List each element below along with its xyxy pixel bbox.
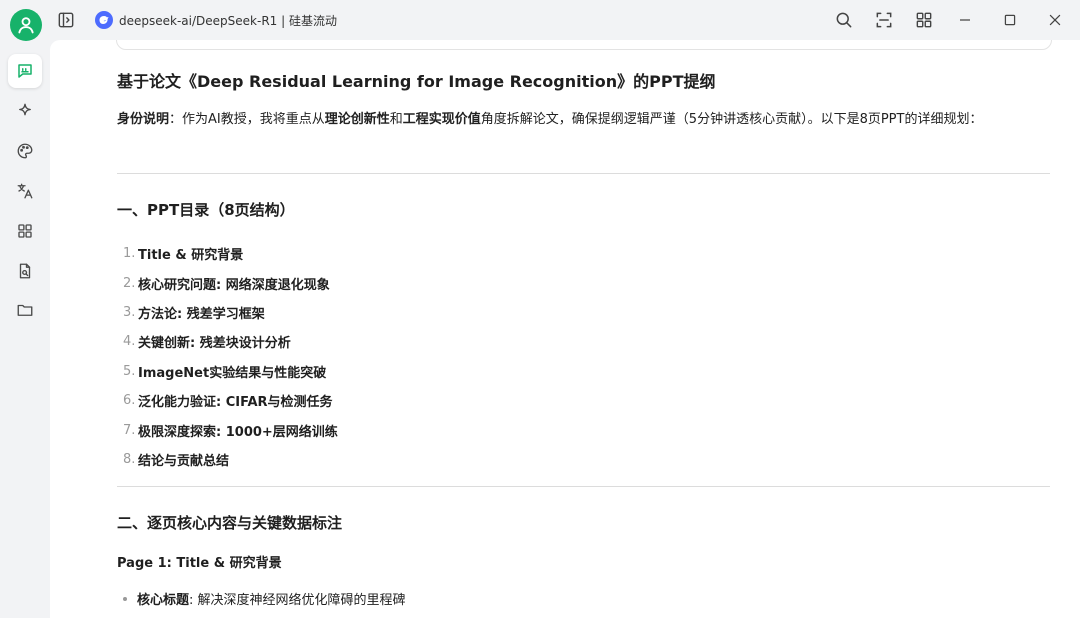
sparkle-icon (19, 103, 31, 116)
folder-icon (17, 304, 33, 316)
bullet-text: : 解决深度神经网络优化障碍的里程碑 (189, 593, 406, 608)
divider (117, 173, 1050, 174)
toc-text: 泛化能力验证: CIFAR与检测任务 (138, 395, 333, 411)
rail-palette-button[interactable] (8, 134, 42, 168)
intro-bold-2: 工程实现价值 (402, 112, 481, 127)
toc-text: 关键创新: 残差块设计分析 (138, 336, 291, 352)
rail-document-button[interactable] (8, 254, 42, 288)
toc-text: 极限深度探索: 1000+层网络训练 (138, 424, 338, 440)
toc-item: 4. 关键创新: 残差块设计分析 (117, 327, 338, 356)
search-icon (836, 12, 852, 28)
toc-number: 6. (123, 393, 136, 409)
toc-item: 6. 泛化能力验证: CIFAR与检测任务 (117, 386, 338, 415)
search-button[interactable] (834, 10, 854, 30)
intro-text-2: 和 (389, 112, 403, 127)
chat-content[interactable]: 基于论文《Deep Residual Learning for Image Re… (50, 40, 1080, 618)
toc-item: 2. 核心研究问题: 网络深度退化现象 (117, 268, 338, 297)
intro-text-3: 角度拆解论文，确保提纲逻辑严谨（5分钟讲透核心贡献）。以下是8页PPT的详细规划… (480, 112, 983, 127)
toc-text: 核心研究问题: 网络深度退化现象 (138, 277, 330, 293)
rail-translate-button[interactable] (8, 174, 42, 208)
layout-button[interactable] (914, 10, 934, 30)
layout-grid-icon (916, 12, 932, 28)
apps-grid-icon (18, 224, 32, 238)
rail-sparkle-button[interactable] (8, 94, 42, 128)
document-title: 基于论文《Deep Residual Learning for Image Re… (117, 72, 716, 91)
toc-number: 4. (123, 334, 136, 350)
maximize-button[interactable] (1000, 10, 1020, 30)
toc-item: 3. 方法论: 残差学习框架 (117, 298, 338, 327)
title-bar: deepseek-ai/DeepSeek-R1 | 硅基流动 (50, 0, 1080, 40)
rail-chat-button[interactable] (8, 54, 42, 88)
toc-item: 8. 结论与贡献总结 (117, 445, 338, 474)
user-icon (18, 17, 34, 34)
toc-item: 5. ImageNet实验结果与性能突破 (117, 357, 338, 386)
bullet-dot (123, 596, 127, 601)
minimize-icon (960, 19, 970, 21)
divider (117, 486, 1050, 487)
minimize-button[interactable] (955, 10, 975, 30)
toc-list: 1. Title & 研究背景 2. 核心研究问题: 网络深度退化现象 3. 方法论:… (117, 239, 338, 474)
toc-item: 1. Title & 研究背景 (117, 239, 338, 268)
window-title: deepseek-ai/DeepSeek-R1 | 硅基流动 (119, 14, 337, 28)
section-title-content: 二、逐页核心内容与关键数据标注 (117, 514, 343, 532)
intro-label: 身份说明 (117, 112, 170, 127)
toc-number: 7. (123, 422, 136, 438)
avatar[interactable] (10, 9, 42, 41)
chat-icon (18, 64, 32, 78)
sidebar-toggle-icon (58, 12, 74, 28)
palette-icon (17, 143, 33, 159)
list-item: 核心标题: 解决深度神经网络优化障碍的里程碑 (123, 589, 406, 608)
deepseek-logo-icon (95, 11, 113, 29)
scan-icon (876, 12, 892, 28)
scan-button[interactable] (874, 10, 894, 30)
toc-text: 方法论: 残差学习框架 (138, 306, 265, 322)
message-box-edge (116, 40, 1052, 50)
translate-icon (17, 183, 33, 199)
maximize-icon (1004, 14, 1016, 26)
intro-bold-1: 理论创新性 (324, 112, 390, 127)
toc-text: 结论与贡献总结 (138, 453, 230, 469)
toc-text: Title & 研究背景 (138, 248, 244, 264)
toc-item: 7. 极限深度探索: 1000+层网络训练 (117, 415, 338, 444)
sidebar-toggle-button[interactable] (56, 10, 76, 30)
toc-text: ImageNet实验结果与性能突破 (138, 365, 327, 381)
toc-number: 8. (123, 451, 136, 467)
rail-folder-button[interactable] (8, 293, 42, 327)
page-heading: Page 1: Title & 研究背景 (117, 556, 282, 571)
rail-apps-button[interactable] (8, 214, 42, 248)
toc-number: 3. (123, 304, 136, 320)
left-rail (0, 0, 50, 618)
intro-paragraph: 身份说明：作为AI教授，我将重点从理论创新性和工程实现价值角度拆解论文，确保提纲… (117, 109, 1032, 131)
toc-number: 2. (123, 275, 136, 291)
close-icon (1049, 14, 1061, 26)
close-button[interactable] (1045, 10, 1065, 30)
toc-number: 1. (123, 246, 136, 262)
intro-text-1: ：作为AI教授，我将重点从 (169, 112, 325, 127)
section-title-toc: 一、PPT目录（8页结构） (117, 201, 295, 219)
toc-number: 5. (123, 363, 136, 379)
bullet-label: 核心标题 (137, 593, 190, 608)
document-search-icon (19, 263, 31, 279)
